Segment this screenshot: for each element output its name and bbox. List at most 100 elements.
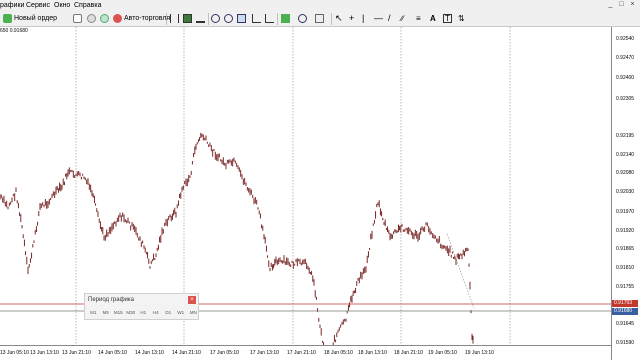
tile-windows-button[interactable] [237,13,246,24]
trendline-button[interactable]: / [388,13,391,24]
autotrading-icon [113,14,122,23]
time-label: 18 Jun 05:10 [324,350,353,356]
menu-help[interactable]: Справка [74,1,101,10]
horizontal-line-icon: — [374,13,383,23]
time-label: 19 Jun 05:10 [428,350,457,356]
ask-price-tag: 0.91703 [612,300,638,307]
zoom-out-button[interactable] [224,13,233,24]
period-m30[interactable]: M30 [125,310,138,315]
toolbar-separator [331,13,332,25]
price-label: 0.91645 [616,321,635,327]
chart-shift-icon [265,14,274,23]
price-label: 0.91810 [616,265,635,271]
periods-button[interactable] [298,13,307,24]
vertical-line-button[interactable]: | [362,13,364,24]
menu-charts[interactable]: рафики [0,1,24,10]
arrows-button[interactable]: ⇅ [458,13,465,24]
trendline-icon: / [388,13,391,23]
label-button[interactable]: T [443,13,452,24]
time-label: 14 Jun 05:10 [98,350,127,356]
period-panel-close-button[interactable]: × [188,296,196,304]
time-label: 17 Jun 13:10 [250,350,279,356]
channel-icon: ∕∕ [401,14,404,23]
maximize-button[interactable]: □ [617,1,626,9]
globe-button[interactable] [100,13,109,24]
menu-window[interactable]: Окно [54,1,70,10]
cursor-icon: ↖ [335,13,343,23]
close-button[interactable]: × [628,1,637,9]
period-panel-title: Период графика [88,297,134,303]
price-label: 0.91865 [616,246,635,252]
indicators-button[interactable] [281,13,290,24]
time-label: 13 Jun 21:10 [62,350,91,356]
minimize-button[interactable]: _ [606,1,615,9]
fibonacci-icon: ≡ [416,14,421,23]
periods-icon [298,14,307,23]
strategy-tester-icon [87,14,96,23]
new-order-label: Новый ордер [14,15,58,22]
bid-price-tag: 0.91680 [612,308,638,315]
line-chart-icon [196,14,205,23]
period-h4[interactable]: H4 [150,310,163,315]
trade-connector-line [446,233,475,309]
metaeditor-icon [73,14,82,23]
zoom-in-button[interactable] [211,13,220,24]
autotrading-button[interactable]: Авто-торговля [113,13,170,24]
label-icon: T [443,14,452,23]
price-label: 0.92470 [616,55,635,61]
period-d1[interactable]: D1 [162,310,175,315]
time-label: 18 Jun 13:10 [358,350,387,356]
autotrading-label: Авто-торговля [124,15,171,22]
crosshair-button[interactable]: + [349,13,354,24]
cursor-button[interactable]: ↖ [335,13,343,24]
period-m15[interactable]: M15 [112,310,125,315]
bar-chart-icon [170,14,179,23]
bar-chart-button[interactable] [170,13,179,24]
menu-service[interactable]: Сервис [26,1,50,10]
price-label: 0.91920 [616,228,635,234]
chart-shift-button[interactable] [265,13,274,24]
line-chart-button[interactable] [196,13,205,24]
text-icon: A [430,14,436,23]
period-m5[interactable]: M5 [100,310,113,315]
period-h1[interactable]: H1 [137,310,150,315]
candlestick-button[interactable] [183,13,192,24]
autoscroll-button[interactable] [252,13,261,24]
price-label: 0.91590 [616,340,635,346]
tile-windows-icon [237,14,246,23]
time-label: 13 Jun 05:10 [0,350,29,356]
time-label: 14 Jun 21:10 [172,350,201,356]
toolbar-separator [208,13,209,25]
new-order-button[interactable]: Новый ордер [3,13,57,24]
metaeditor-button[interactable] [73,13,82,24]
price-label: 0.92195 [616,133,635,139]
price-label: 0.91970 [616,209,635,215]
time-label: 13 Jun 13:10 [30,350,59,356]
toolbar-separator [277,13,278,25]
period-m1[interactable]: M1 [87,310,100,315]
channel-button[interactable]: ∕∕ [401,13,404,24]
horizontal-line-button[interactable]: — [374,13,383,24]
toolbar-separator [166,13,167,25]
time-axis: 13 Jun 05:10 13 Jun 13:10 13 Jun 21:10 14 J… [0,345,611,360]
indicators-icon [281,14,290,23]
period-panel: Период графика × M1 M5 M15 M30 H1 H4 D1 … [84,293,199,320]
crosshair-icon: + [349,13,355,23]
price-label: 0.92540 [616,36,635,42]
toolbar: Новый ордер Авто-торговля ↖ + | — / ∕∕ ≡… [0,11,640,27]
navigator-button[interactable] [87,13,96,24]
price-label: 0.92305 [616,96,635,102]
text-button[interactable]: A [430,13,436,24]
arrows-icon: ⇅ [458,14,465,23]
price-label: 0.92140 [616,152,635,158]
period-mn[interactable]: MN [187,310,200,315]
price-label: 0.92400 [616,75,635,81]
period-buttons: M1 M5 M15 M30 H1 H4 D1 W1 MN [87,310,200,315]
fibonacci-button[interactable]: ≡ [416,13,421,24]
price-label: 0.92030 [616,189,635,195]
time-label: 17 Jun 21:10 [287,350,316,356]
period-w1[interactable]: W1 [175,310,188,315]
time-label: 19 Jun 13:10 [465,350,494,356]
autoscroll-icon [252,14,261,23]
templates-button[interactable] [315,13,324,24]
